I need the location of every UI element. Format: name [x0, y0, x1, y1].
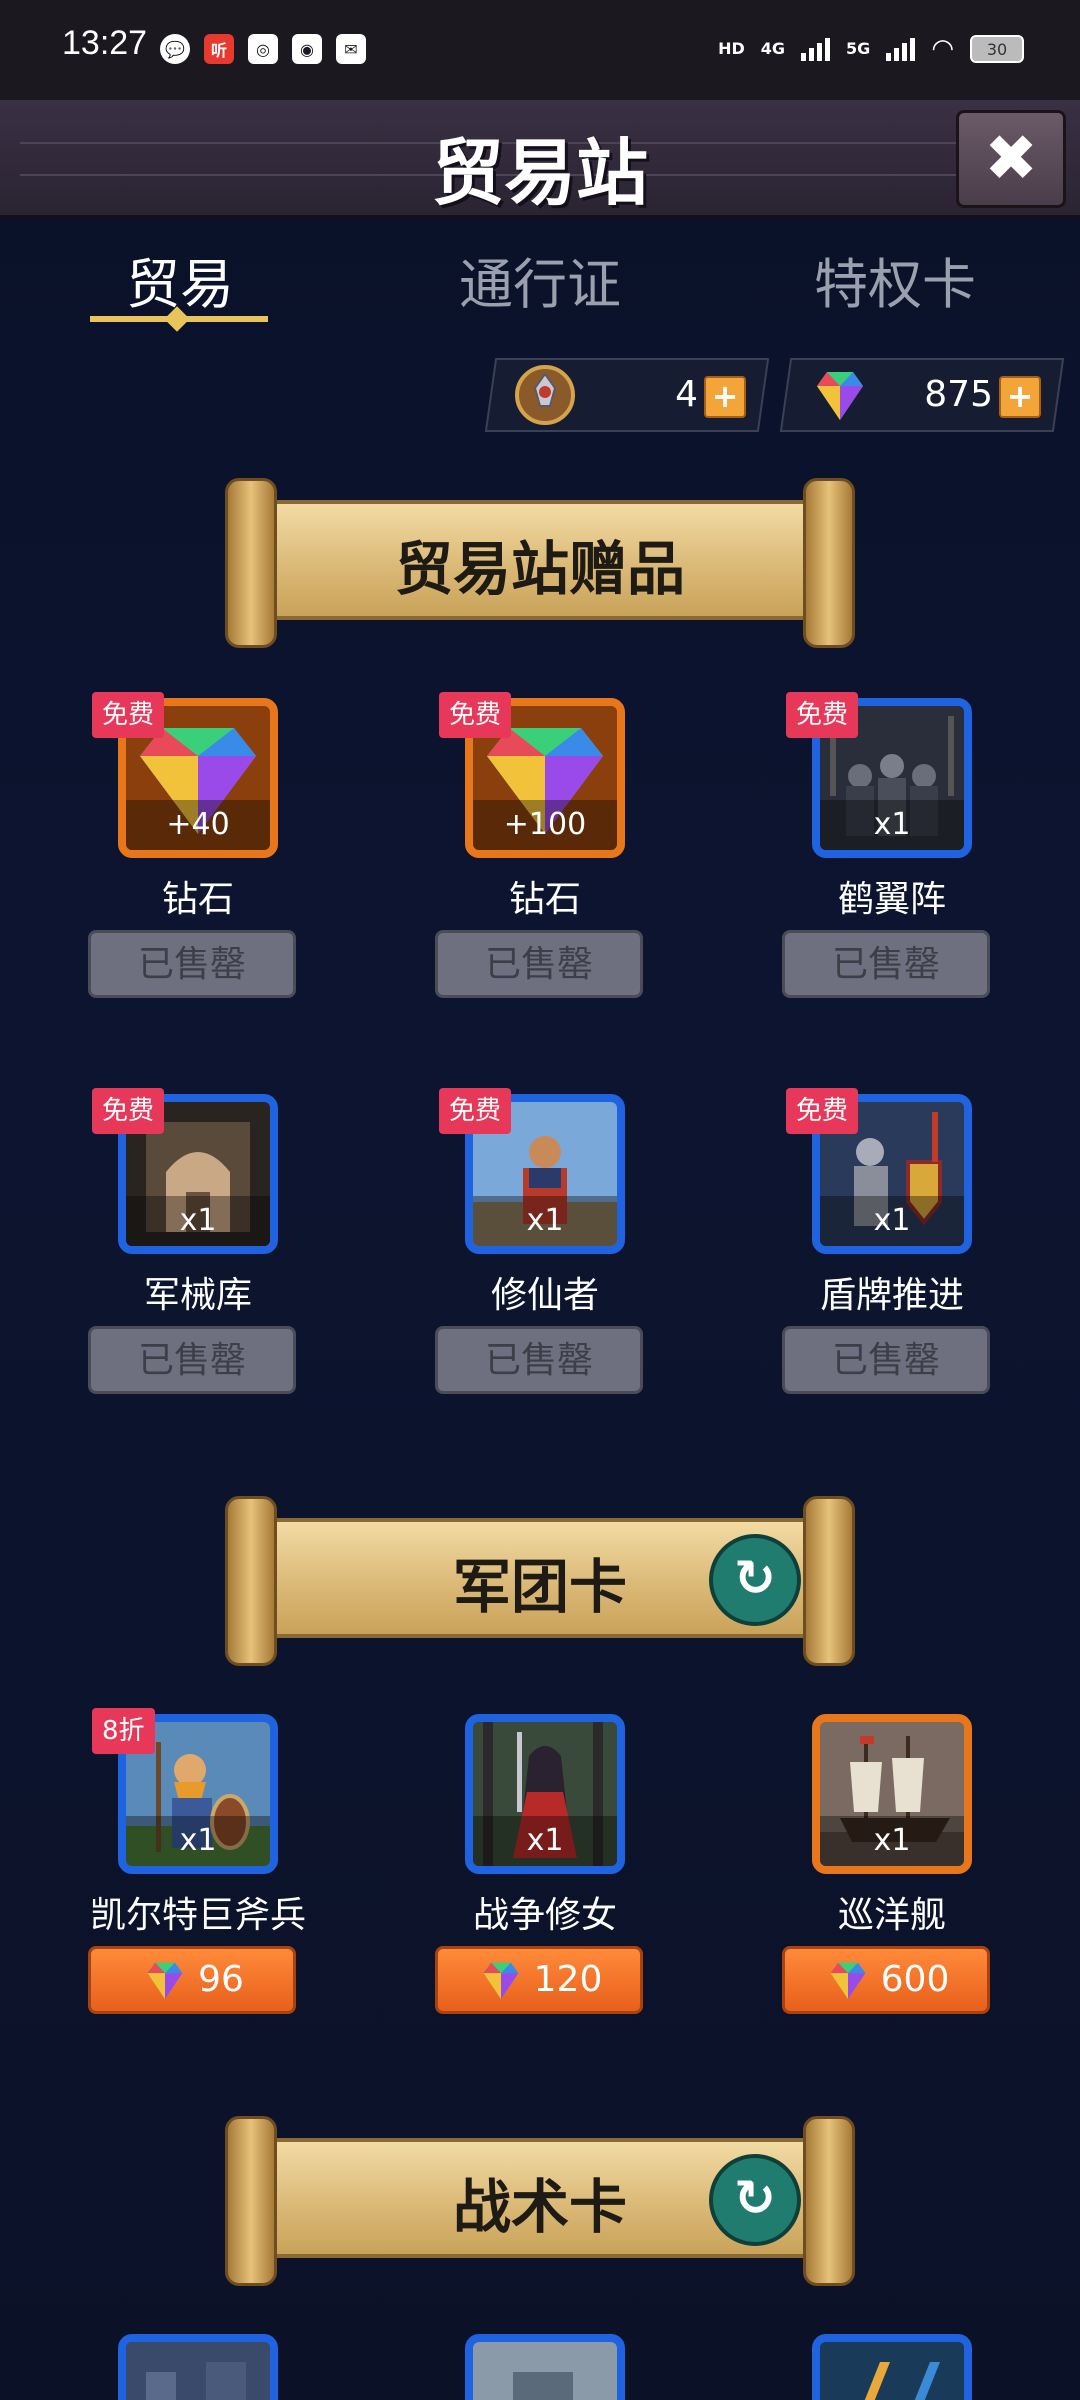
- tab-bar: 贸易 通行证 特权卡: [0, 240, 1080, 340]
- refresh-button[interactable]: ↻: [709, 1534, 801, 1626]
- free-badge: 免费: [786, 692, 859, 738]
- diamond-icon: [830, 1962, 866, 1999]
- item-icon-frame: x1: [465, 1714, 625, 1874]
- item-name: 凯尔特巨斧兵: [89, 1895, 306, 1936]
- medal-emblem-icon: [515, 365, 575, 425]
- add-medal-button[interactable]: +: [704, 376, 746, 418]
- tactic-card-1: [126, 2342, 270, 2400]
- diamond-icon: [817, 372, 863, 420]
- tab-pass[interactable]: 通行证: [390, 240, 690, 319]
- item-name: 巡洋舰: [837, 1895, 946, 1936]
- wifi-icon: ◠: [931, 34, 954, 64]
- price-label: 600: [880, 1959, 950, 2000]
- item-quantity: x1: [473, 1816, 617, 1866]
- chat-bubble-icon: 💬: [160, 34, 190, 64]
- diamond-icon: [147, 1962, 183, 1999]
- item-name: 鹤翼阵: [837, 879, 946, 920]
- sold-out-button[interactable]: 已售罄: [782, 1326, 990, 1394]
- tab-trade[interactable]: 贸易: [30, 240, 330, 319]
- item-quantity: +40: [126, 800, 270, 850]
- discount-badge: 8折: [92, 1708, 155, 1754]
- battery-indicator: 30: [970, 35, 1024, 63]
- legion-section-banner: 军团卡 ↻: [225, 1496, 855, 1666]
- network-5g-label: 5G: [846, 39, 871, 58]
- camera-icon: ◉: [292, 34, 322, 64]
- sold-out-button[interactable]: 已售罄: [435, 930, 643, 998]
- tab-privilege-card[interactable]: 特权卡: [745, 240, 1045, 319]
- buy-button[interactable]: 120: [435, 1946, 643, 2014]
- item-name: 钻石: [508, 879, 581, 920]
- item-quantity: x1: [473, 1196, 617, 1246]
- free-badge: 免费: [92, 1088, 165, 1134]
- status-time: 13:27: [62, 24, 148, 62]
- item-quantity: x1: [820, 1196, 964, 1246]
- system-indicators: HD 4G 5G ◠ 30: [718, 34, 1024, 64]
- item-icon-frame: [465, 2334, 625, 2400]
- item-icon-frame: [812, 2334, 972, 2400]
- price-label: 120: [533, 1959, 603, 2000]
- sold-out-button[interactable]: 已售罄: [435, 1326, 643, 1394]
- signal-5g-icon: [886, 37, 916, 61]
- price-label: 96: [198, 1959, 244, 2000]
- item-quantity: x1: [126, 1816, 270, 1866]
- medal-currency: 4 +: [484, 358, 770, 432]
- sold-out-button[interactable]: 已售罄: [782, 930, 990, 998]
- page-title: 贸易站: [431, 131, 648, 215]
- signal-4g-icon: [801, 37, 831, 61]
- trading-post-screen: 13:27 💬 听 ◎ ◉ ✉ HD 4G 5G ◠ 30 贸易站 ✖ 贸易 通…: [0, 0, 1080, 2400]
- item-name: 钻石: [161, 879, 234, 920]
- diamond-currency: 875 +: [779, 358, 1065, 432]
- refresh-button[interactable]: ↻: [709, 2154, 801, 2246]
- free-badge: 免费: [439, 692, 512, 738]
- item-icon-frame: x1: [812, 1714, 972, 1874]
- network-4g-label: 4G: [760, 39, 786, 58]
- ting-app-icon: 听: [204, 34, 234, 64]
- item-quantity: x1: [126, 1196, 270, 1246]
- medal-count: 4: [675, 374, 698, 415]
- tactic-card-3: [820, 2342, 964, 2400]
- status-bar: 13:27 💬 听 ◎ ◉ ✉ HD 4G 5G ◠ 30: [0, 0, 1080, 100]
- item-icon-frame: [118, 2334, 278, 2400]
- free-badge: 免费: [786, 1088, 859, 1134]
- item-name: 战争修女: [472, 1895, 617, 1936]
- item-quantity: x1: [820, 1816, 964, 1866]
- buy-button[interactable]: 96: [88, 1946, 296, 2014]
- app-icon: ◎: [248, 34, 278, 64]
- free-badge: 免费: [439, 1088, 512, 1134]
- item-name: 军械库: [143, 1275, 252, 1316]
- buy-button[interactable]: 600: [782, 1946, 990, 2014]
- notification-icons: 💬 听 ◎ ◉ ✉: [160, 34, 366, 64]
- close-button[interactable]: ✖: [956, 110, 1066, 208]
- gifts-section-banner: 贸易站赠品: [225, 478, 855, 648]
- sold-out-button[interactable]: 已售罄: [88, 1326, 296, 1394]
- title-bar: 贸易站 ✖: [0, 100, 1080, 218]
- message-icon: ✉: [336, 34, 366, 64]
- free-badge: 免费: [92, 692, 165, 738]
- item-name: 修仙者: [490, 1275, 599, 1316]
- tactics-section-banner: 战术卡 ↻: [225, 2116, 855, 2286]
- diamond-icon: [483, 1962, 519, 1999]
- sold-out-button[interactable]: 已售罄: [88, 930, 296, 998]
- diamond-count: 875: [924, 374, 993, 415]
- item-quantity: +100: [473, 800, 617, 850]
- add-diamond-button[interactable]: +: [999, 376, 1041, 418]
- item-quantity: x1: [820, 800, 964, 850]
- section-title: 贸易站赠品: [394, 535, 685, 603]
- tactic-card-2: [473, 2342, 617, 2400]
- item-name: 盾牌推进: [819, 1275, 964, 1316]
- hd-icon: HD: [718, 39, 745, 58]
